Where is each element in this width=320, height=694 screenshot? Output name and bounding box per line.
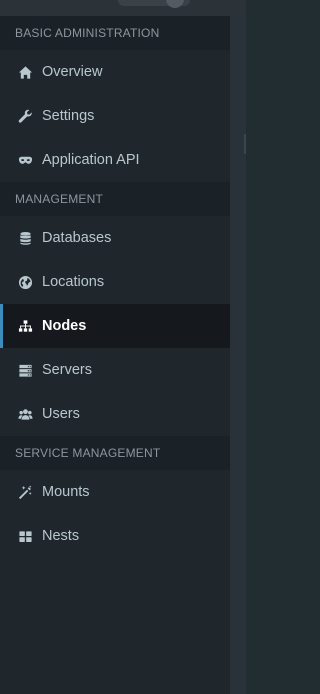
magic-wand-icon <box>17 484 33 500</box>
sitemap-icon <box>17 318 33 334</box>
section-header-management: MANAGEMENT <box>0 182 230 216</box>
sidebar-item-nodes[interactable]: Nodes <box>0 304 230 348</box>
sidebar-item-label: Application API <box>42 152 140 168</box>
sidebar-item-nests[interactable]: Nests <box>0 514 230 558</box>
sidebar-item-label: Mounts <box>42 484 90 500</box>
gear-icon[interactable] <box>166 0 184 8</box>
sidebar-item-label: Databases <box>42 230 112 246</box>
admin-sidebar: BASIC ADMINISTRATION Overview Settings A… <box>0 16 230 694</box>
sidebar-item-label: Settings <box>42 108 95 124</box>
users-icon <box>17 406 33 422</box>
content-area-edge <box>230 16 246 694</box>
mask-icon <box>17 152 33 168</box>
sidebar-item-users[interactable]: Users <box>0 392 230 436</box>
section-header-basic-administration: BASIC ADMINISTRATION <box>0 16 230 50</box>
sidebar-item-label: Servers <box>42 362 92 378</box>
sidebar-item-application-api[interactable]: Application API <box>0 138 230 182</box>
database-icon <box>17 230 33 246</box>
sidebar-item-overview[interactable]: Overview <box>0 50 230 94</box>
sidebar-item-settings[interactable]: Settings <box>0 94 230 138</box>
home-icon <box>17 64 33 80</box>
sidebar-item-databases[interactable]: Databases <box>0 216 230 260</box>
sidebar-item-mounts[interactable]: Mounts <box>0 470 230 514</box>
section-header-service-management: SERVICE MANAGEMENT <box>0 436 230 470</box>
sidebar-item-locations[interactable]: Locations <box>0 260 230 304</box>
sidebar-item-label: Nodes <box>42 318 87 334</box>
sidebar-item-servers[interactable]: Servers <box>0 348 230 392</box>
server-icon <box>17 362 33 378</box>
sidebar-item-label: Users <box>42 406 80 422</box>
sidebar-item-label: Locations <box>42 274 105 290</box>
wrench-icon <box>17 108 33 124</box>
globe-icon <box>17 274 33 290</box>
content-divider <box>244 134 246 154</box>
sidebar-item-label: Nests <box>42 528 80 544</box>
th-large-icon <box>17 528 33 544</box>
top-navbar-fragment <box>0 0 246 16</box>
sidebar-item-label: Overview <box>42 64 103 80</box>
